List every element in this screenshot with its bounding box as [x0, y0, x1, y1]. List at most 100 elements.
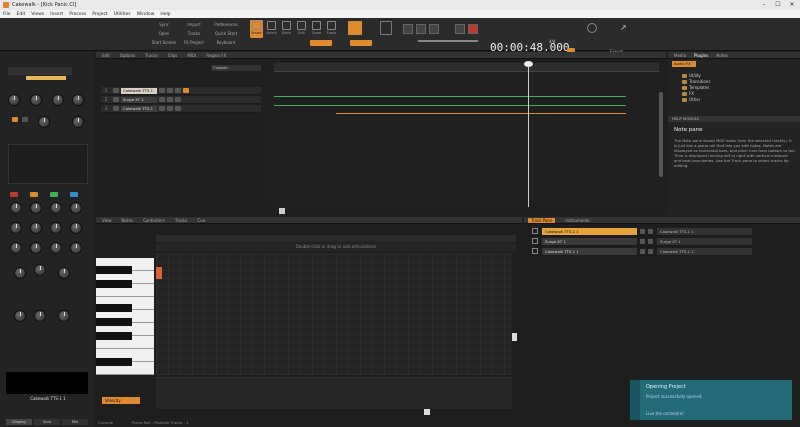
track-pane-instrument[interactable]: Cakewalk TTS-1 1 [657, 247, 752, 255]
clip-track-2[interactable] [274, 105, 626, 106]
tab-midi[interactable]: MIDI [187, 53, 196, 58]
eq-q-knob-1[interactable] [10, 242, 22, 254]
piano-roll-horizontal-scroll-thumb[interactable] [424, 409, 430, 415]
meter-display[interactable]: 4/4 [549, 39, 563, 45]
eq-freq-knob-4[interactable] [70, 202, 82, 214]
mute-button[interactable] [159, 97, 165, 102]
sync-button[interactable]: Sync [150, 21, 178, 29]
comp-ratio-knob[interactable] [34, 264, 46, 276]
keyboard-button[interactable]: Keyboard [210, 39, 242, 47]
eq-gain-knob-1[interactable] [10, 222, 22, 234]
track-name[interactable]: Cakewalk TTS-1 [121, 87, 157, 94]
track-pane-row-2[interactable]: Surge XT 1 Surge XT 1 [529, 237, 789, 246]
browser-item-fx[interactable]: FX [682, 91, 694, 96]
mute-button[interactable] [159, 88, 165, 93]
echo-button[interactable] [183, 88, 189, 93]
tracks-button[interactable]: Tracks [180, 30, 208, 38]
fx-knob[interactable] [72, 116, 84, 128]
vertical-scroll-thumb[interactable] [512, 333, 517, 341]
record-button[interactable] [468, 24, 478, 34]
record-arm-button[interactable] [12, 117, 18, 122]
clip-track-3[interactable] [336, 113, 626, 114]
piano-black-key[interactable] [96, 304, 132, 312]
horizontal-scroll-thumb[interactable] [279, 208, 285, 214]
eq-gain-knob-4[interactable] [70, 222, 82, 234]
mute-button[interactable] [640, 248, 645, 254]
tab-clips[interactable]: Clips [168, 53, 178, 58]
track-pane-instrument[interactable]: Surge XT 1 [657, 237, 752, 245]
stop-button[interactable] [416, 24, 426, 34]
output-knob[interactable] [58, 310, 70, 322]
mute-button[interactable] [159, 106, 165, 111]
track-enable-checkbox[interactable] [532, 248, 538, 254]
solo-button[interactable] [167, 88, 173, 93]
minimize-icon[interactable]: – [757, 0, 771, 10]
tab-view[interactable]: View [102, 218, 112, 223]
piano-black-key[interactable] [96, 332, 132, 340]
eq-gain-knob-2[interactable] [30, 222, 42, 234]
eq-freq-knob-1[interactable] [10, 202, 22, 214]
eq-band-1-button[interactable] [10, 192, 18, 197]
notification-toast[interactable]: Opening Project Project successfully ope… [630, 380, 792, 420]
eq-gain-knob-3[interactable] [50, 222, 62, 234]
browser-item-utility[interactable]: Utility [682, 73, 701, 78]
track-row-2[interactable]: 2 Surge XT 1 [101, 96, 261, 104]
arm-button[interactable] [175, 88, 181, 93]
comp-threshold-knob[interactable] [14, 267, 26, 279]
console-tab[interactable]: Console [98, 420, 128, 426]
import-button[interactable]: Import [180, 21, 208, 29]
tab-options[interactable]: Options [120, 53, 135, 58]
clips-pane[interactable] [271, 72, 663, 207]
smart-tool-button[interactable]: Smart [250, 20, 263, 38]
eq-q-knob-2[interactable] [30, 242, 42, 254]
menu-process[interactable]: Process [69, 12, 86, 17]
pan-knob[interactable] [30, 94, 42, 106]
browser-location-dropdown[interactable]: Audio FX [672, 61, 696, 67]
menu-window[interactable]: Window [137, 12, 155, 17]
tab-tracks[interactable]: Tracks [175, 218, 188, 223]
timeline-ruler[interactable] [274, 63, 659, 72]
solo-button[interactable] [648, 248, 653, 254]
trim-knob[interactable] [52, 94, 64, 106]
track-name[interactable]: Surge XT 1 [121, 96, 157, 103]
loop-button[interactable] [455, 24, 465, 34]
menu-help[interactable]: Help [160, 12, 170, 17]
piano-black-key[interactable] [96, 280, 132, 288]
play-button[interactable] [429, 24, 439, 34]
browser-item-transitions[interactable]: Transitions [682, 79, 710, 84]
tab-display[interactable]: Display [6, 419, 32, 425]
clip-track-1[interactable] [274, 96, 626, 97]
tab-region-fx[interactable]: Region FX [206, 53, 226, 58]
browser-item-other[interactable]: Other [682, 97, 700, 102]
browser-item-templates[interactable]: Templates [682, 85, 709, 90]
inspector-track-name[interactable]: Cakewalk TTS-1 1 [10, 396, 86, 402]
note-grid[interactable] [156, 253, 512, 375]
solo-button[interactable] [167, 97, 173, 102]
gain-knob[interactable] [8, 94, 20, 106]
menu-views[interactable]: Views [31, 12, 44, 17]
piano-black-key[interactable] [96, 318, 132, 326]
preferences-button[interactable]: Preferences [210, 21, 242, 29]
export-icon[interactable]: ↗ [620, 23, 632, 33]
arm-button[interactable] [175, 97, 181, 102]
track-pane-name[interactable]: Surge XT 1 [542, 237, 637, 245]
track-filter-dropdown[interactable]: Custom [211, 65, 261, 71]
send-level-knob[interactable] [14, 310, 26, 322]
track-enable-checkbox[interactable] [532, 238, 538, 244]
track-row-3[interactable]: 3 Cakewalk TTS-1 [101, 105, 261, 113]
mute-button[interactable] [640, 238, 645, 244]
menu-project[interactable]: Project [92, 12, 107, 17]
now-time-handle[interactable] [524, 61, 533, 67]
velocity-lane-label[interactable]: Velocity [102, 397, 140, 404]
fit-project-button[interactable]: Fit Project [180, 39, 208, 47]
eq-band-3-button[interactable] [50, 192, 58, 197]
tab-plugins[interactable]: Plugins [694, 53, 708, 58]
velocity-lane[interactable] [156, 377, 512, 409]
tab-edit[interactable]: Edit [102, 53, 110, 58]
menu-insert[interactable]: Insert [50, 12, 63, 17]
piano-black-key[interactable] [96, 266, 132, 274]
mute-button[interactable] [640, 228, 645, 234]
quick-start-button[interactable]: Quick Start [210, 30, 242, 38]
tab-instruments[interactable]: Instruments [565, 218, 589, 223]
menu-file[interactable]: File [3, 12, 11, 17]
